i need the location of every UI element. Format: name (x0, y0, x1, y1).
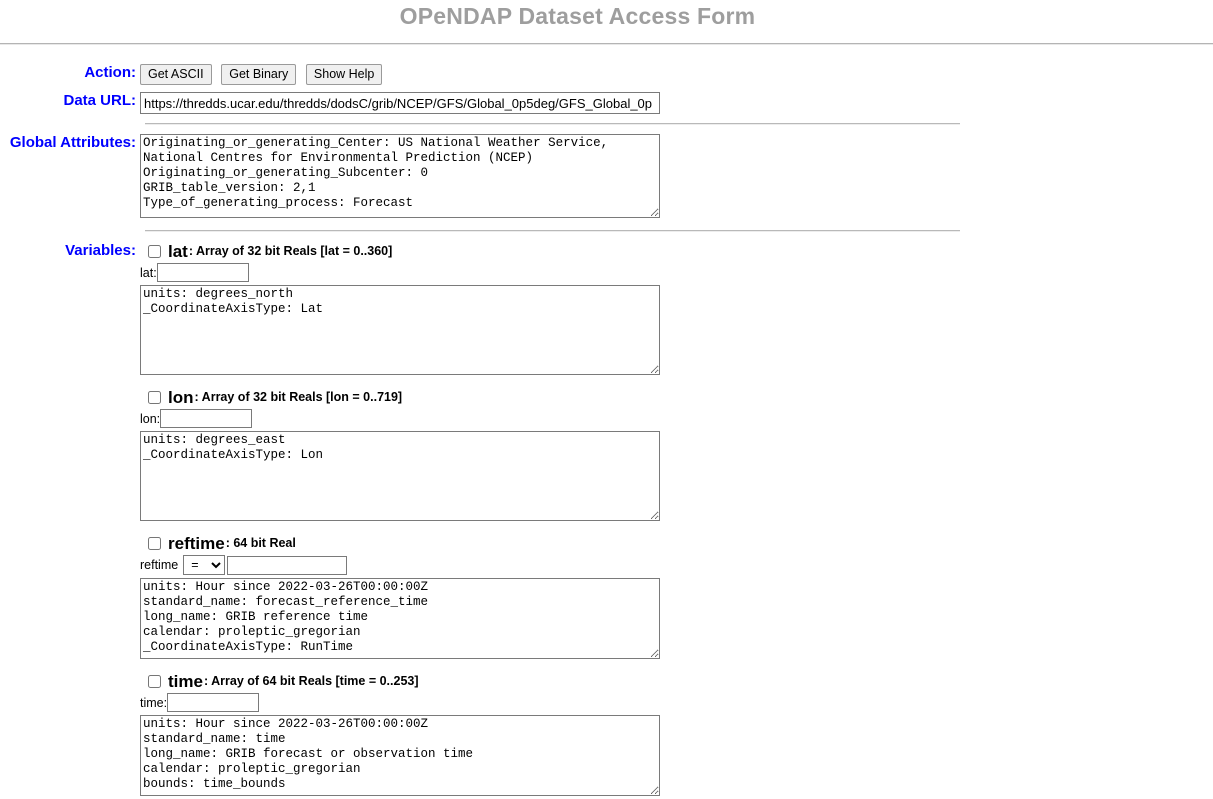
variable-header-reftime: reftime: 64 bit Real (148, 534, 1213, 553)
variable-index-label-reftime: reftime (140, 558, 179, 572)
variable-checkbox-lat[interactable] (148, 245, 161, 258)
variables-label: Variables: (65, 242, 136, 259)
get-binary-button[interactable]: Get Binary (221, 64, 297, 85)
variable-index-input-lon[interactable] (160, 409, 253, 428)
action-row: Action: Get ASCII Get Binary Show Help (0, 64, 1213, 85)
variable-block-reftime: reftime: 64 bit Real reftime =<><=>=!= (140, 534, 1213, 662)
section-divider-1 (145, 123, 960, 125)
variable-attributes-textarea-time[interactable] (140, 715, 660, 796)
get-ascii-button[interactable]: Get ASCII (140, 64, 212, 85)
variable-attributes-wrap-lon (140, 431, 1213, 524)
variable-attributes-textarea-lon[interactable] (140, 431, 660, 521)
variable-checkbox-lon[interactable] (148, 391, 161, 404)
variable-block-lat: lat: Array of 32 bit Reals [lat = 0..360… (140, 242, 1213, 378)
variable-index-input-time[interactable] (167, 693, 260, 712)
variable-attributes-textarea-lat[interactable] (140, 285, 660, 375)
variable-index-label-lon: lon: (140, 411, 161, 426)
variable-name-reftime: reftime (168, 534, 225, 553)
section-divider-2 (145, 230, 960, 232)
variable-checkbox-reftime[interactable] (148, 537, 161, 550)
variable-attributes-textarea-reftime[interactable] (140, 578, 660, 659)
variable-type-lon: : Array of 32 bit Reals [lon = 0..719] (194, 390, 403, 404)
variable-checkbox-time[interactable] (148, 675, 161, 688)
variables-list: lat: Array of 32 bit Reals [lat = 0..360… (140, 242, 1213, 799)
variable-name-time: time (168, 672, 203, 691)
global-attributes-label: Global Attributes: (9, 134, 136, 151)
variable-index-label-lat: lat: (140, 265, 157, 280)
variable-index-row-reftime: reftime =<><=>=!= (140, 555, 1213, 575)
variable-header-lat: lat: Array of 32 bit Reals [lat = 0..360… (148, 242, 1213, 261)
variable-block-time: time: Array of 64 bit Reals [time = 0..2… (140, 672, 1213, 799)
variable-header-lon: lon: Array of 32 bit Reals [lon = 0..719… (148, 388, 1213, 407)
variable-name-lat: lat (168, 242, 188, 261)
global-attributes-field-wrap (140, 134, 1213, 221)
show-help-button[interactable]: Show Help (305, 64, 383, 85)
action-label: Action: (84, 64, 136, 81)
variable-attributes-wrap-reftime (140, 578, 1213, 662)
variable-attributes-wrap-lat (140, 285, 1213, 378)
page-title: OPeNDAP Dataset Access Form (399, 3, 756, 29)
variable-type-time: : Array of 64 bit Reals [time = 0..253] (203, 674, 419, 688)
variable-name-lon: lon (168, 388, 194, 407)
header-divider (0, 43, 1213, 45)
data-url-field-wrap (140, 92, 1213, 114)
variable-index-row-lat: lat: (140, 263, 1213, 282)
global-attributes-textarea[interactable] (140, 134, 660, 218)
variable-index-row-time: time: (140, 693, 1213, 712)
page-header: OPeNDAP Dataset Access Form (0, 0, 1213, 30)
variable-index-input-reftime[interactable] (227, 555, 348, 575)
variable-index-label-time: time: (140, 695, 168, 710)
variable-index-row-lon: lon: (140, 409, 1213, 428)
variable-operator-select-reftime[interactable]: =<><=>=!= (183, 555, 226, 575)
data-url-label: Data URL: (63, 92, 136, 109)
variables-row: Variables: lat: Array of 32 bit Reals [l… (0, 242, 1213, 799)
global-attributes-row: Global Attributes: (0, 134, 1213, 221)
variable-index-input-lat[interactable] (156, 263, 249, 282)
variable-type-lat: : Array of 32 bit Reals [lat = 0..360] (188, 244, 393, 258)
action-buttons: Get ASCII Get Binary Show Help (140, 64, 1213, 85)
variable-header-time: time: Array of 64 bit Reals [time = 0..2… (148, 672, 1213, 691)
variable-type-reftime: : 64 bit Real (225, 536, 296, 550)
data-url-row: Data URL: (0, 92, 1213, 114)
data-url-input[interactable] (140, 92, 660, 114)
variable-block-lon: lon: Array of 32 bit Reals [lon = 0..719… (140, 388, 1213, 524)
variable-attributes-wrap-time (140, 715, 1213, 799)
